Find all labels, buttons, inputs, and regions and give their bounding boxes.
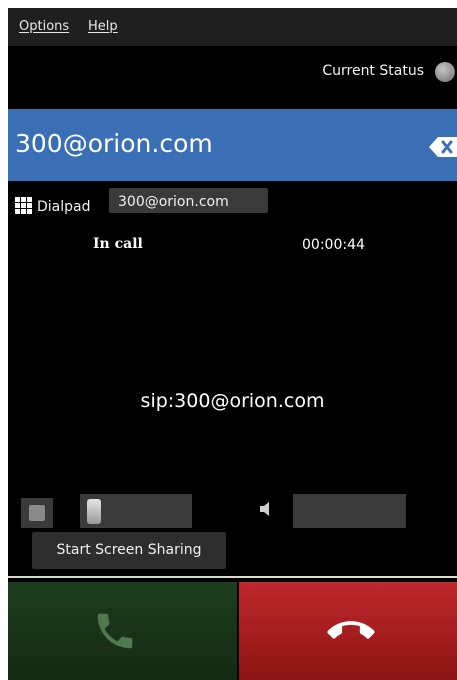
video-button[interactable]	[21, 498, 53, 528]
start-screen-sharing-button[interactable]: Start Screen Sharing	[32, 532, 226, 569]
grid-icon	[15, 197, 32, 214]
remote-sip-uri: sip:300@orion.com	[140, 390, 325, 412]
dialpad-button[interactable]: Dialpad	[8, 191, 108, 221]
call-tab[interactable]: 300@orion.com	[109, 188, 268, 213]
current-status-label[interactable]: Current Status	[322, 63, 424, 79]
microphone-volume-slider[interactable]	[80, 494, 192, 528]
backspace-icon[interactable]	[429, 136, 457, 158]
hangup-button[interactable]	[239, 582, 457, 680]
speaker-volume-slider[interactable]	[293, 494, 406, 528]
slider-thumb[interactable]	[87, 499, 101, 524]
menu-help[interactable]: Help	[88, 19, 118, 34]
softphone-window: Options Help Current Status 300@orion.co…	[8, 8, 457, 680]
status-row: Current Status	[8, 56, 457, 86]
menu-bar: Options Help	[8, 8, 457, 46]
phone-icon	[97, 613, 133, 649]
menu-options[interactable]: Options	[19, 19, 69, 34]
divider	[8, 576, 457, 578]
address-bar[interactable]: 300@orion.com	[8, 109, 457, 181]
address-input[interactable]: 300@orion.com	[15, 129, 213, 158]
speaker-icon	[260, 502, 269, 516]
dialpad-label: Dialpad	[37, 199, 91, 215]
call-timer: 00:00:44	[302, 237, 365, 253]
video-icon	[29, 505, 45, 521]
status-indicator-icon[interactable]	[435, 62, 455, 82]
call-button[interactable]	[8, 582, 237, 680]
call-state-label: In call	[93, 236, 143, 252]
call-tab-label: 300@orion.com	[118, 194, 229, 210]
hangup-icon	[327, 621, 375, 639]
